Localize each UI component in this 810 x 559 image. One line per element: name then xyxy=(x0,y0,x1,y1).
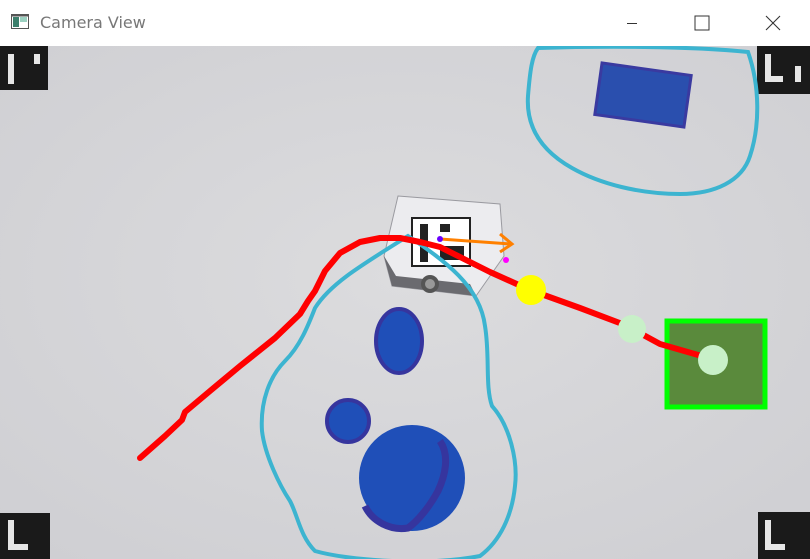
close-icon xyxy=(765,15,781,31)
marker-top-right-icon xyxy=(757,46,810,94)
title-bar[interactable]: Camera View xyxy=(0,0,810,46)
obstacle-small-circle xyxy=(325,398,371,444)
waypoint xyxy=(618,315,646,343)
marker-top-left-icon xyxy=(0,46,48,90)
app-icon xyxy=(11,14,29,29)
camera-view-window: Camera View xyxy=(0,0,810,559)
goal-waypoint xyxy=(698,345,728,375)
minimize-button[interactable] xyxy=(608,0,656,46)
close-button[interactable] xyxy=(749,0,797,46)
obstacle-oval xyxy=(374,307,424,375)
camera-feed[interactable] xyxy=(0,46,810,559)
window-title: Camera View xyxy=(40,13,146,32)
maximize-button[interactable] xyxy=(678,0,726,46)
minimize-icon xyxy=(627,23,637,24)
marker-bottom-right-icon xyxy=(758,512,810,559)
maximize-icon xyxy=(694,15,710,31)
current-target-waypoint xyxy=(516,275,546,305)
obstacle-rectangle xyxy=(593,61,693,129)
marker-bottom-left-icon xyxy=(0,513,50,559)
